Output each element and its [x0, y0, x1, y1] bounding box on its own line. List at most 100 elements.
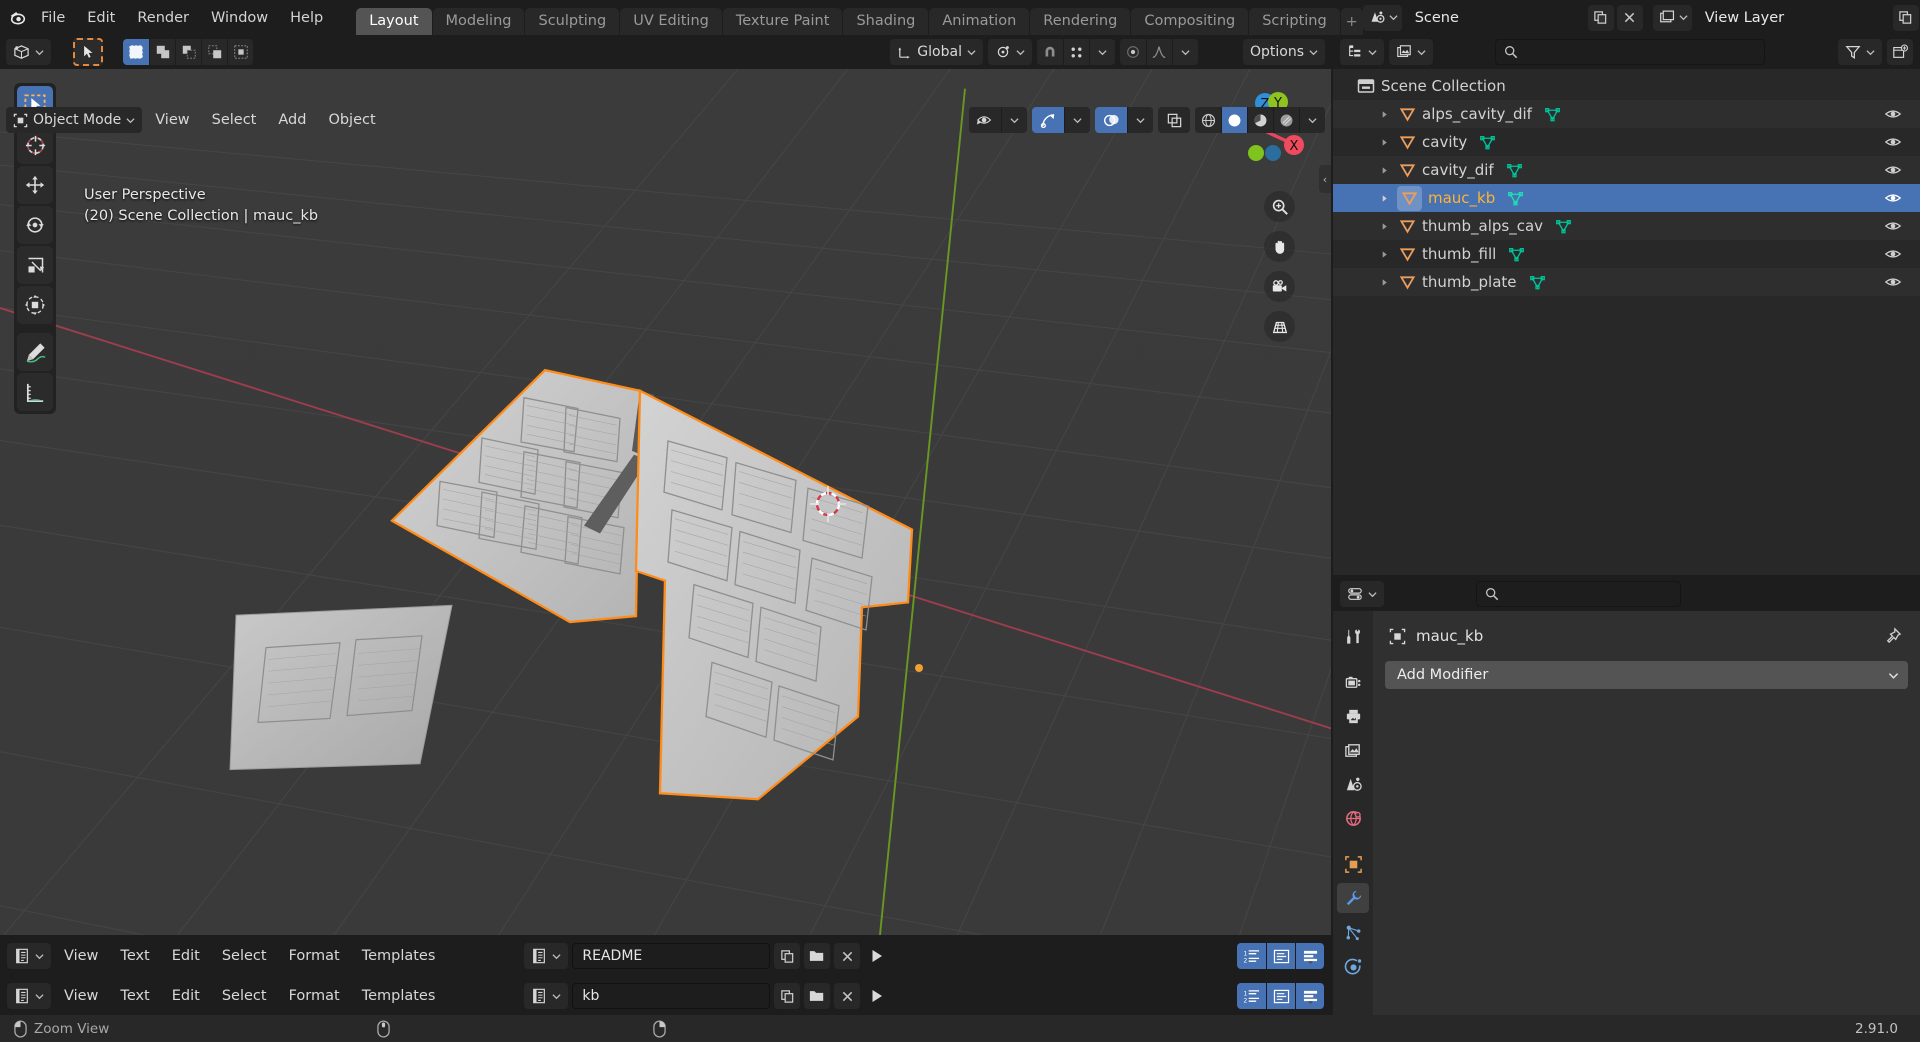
expand-triangle-icon[interactable] — [1375, 194, 1393, 203]
menu-window[interactable]: Window — [200, 0, 279, 35]
eye-visibility-icon[interactable] — [969, 107, 1001, 133]
text2-new-button[interactable] — [774, 983, 801, 1009]
tab-sculpting[interactable]: Sculpting — [525, 8, 620, 35]
mesh-data-icon[interactable] — [1544, 106, 1561, 123]
text2-syntax-highlight-toggle[interactable] — [1295, 983, 1324, 1009]
add-modifier-dropdown[interactable]: Add Modifier — [1385, 661, 1908, 689]
text2-word-wrap-toggle[interactable] — [1266, 983, 1295, 1009]
outliner-row-thumb-plate[interactable]: thumb_plate — [1333, 268, 1920, 296]
text1-menu-text[interactable]: Text — [111, 943, 158, 969]
outliner-filter-dropdown[interactable] — [1838, 39, 1882, 65]
text2-menu-edit[interactable]: Edit — [163, 983, 209, 1009]
gizmo-icon[interactable] — [1032, 107, 1064, 133]
tab-texture-paint[interactable]: Texture Paint — [722, 8, 843, 35]
expand-triangle-icon[interactable] — [1375, 222, 1393, 231]
text1-datablock-browse[interactable] — [524, 943, 569, 969]
view-layer-tab[interactable] — [1337, 735, 1369, 765]
text1-syntax-highlight-toggle[interactable] — [1295, 943, 1324, 969]
shading-solid-icon[interactable] — [1221, 107, 1247, 133]
visibility-eye-icon[interactable] — [1884, 107, 1902, 121]
text2-menu-text[interactable]: Text — [111, 983, 158, 1009]
expand-triangle-icon[interactable] — [1375, 166, 1393, 175]
text1-menu-edit[interactable]: Edit — [163, 943, 209, 969]
tab-rendering[interactable]: Rendering — [1030, 8, 1131, 35]
outliner-row-alps-cavity-dif[interactable]: alps_cavity_dif — [1333, 100, 1920, 128]
outliner-search-input[interactable] — [1495, 39, 1765, 65]
mesh-data-icon[interactable] — [1506, 162, 1523, 179]
expand-triangle-icon[interactable] — [1375, 278, 1393, 287]
editor-type-selector[interactable] — [6, 39, 51, 65]
particles-tab[interactable] — [1337, 917, 1369, 947]
expand-triangle-icon[interactable] — [1375, 110, 1393, 119]
outliner-row-thumb-fill[interactable]: thumb_fill — [1333, 240, 1920, 268]
sidebar-toggle-arrow-icon[interactable]: ‹ — [1319, 165, 1331, 193]
tab-modeling[interactable]: Modeling — [432, 8, 525, 35]
text1-run-script-button[interactable] — [864, 943, 890, 969]
tab-shading[interactable]: Shading — [843, 8, 929, 35]
measure-tool-button[interactable] — [17, 373, 53, 411]
visibility-eye-icon[interactable] — [1884, 191, 1902, 205]
visibility-dropdown-chevron-icon[interactable] — [1001, 107, 1027, 133]
menu-edit[interactable]: Edit — [76, 0, 126, 35]
output-tab[interactable] — [1337, 701, 1369, 731]
text1-menu-select[interactable]: Select — [213, 943, 276, 969]
visibility-eye-icon[interactable] — [1884, 247, 1902, 261]
text2-menu-select[interactable]: Select — [213, 983, 276, 1009]
menu-render[interactable]: Render — [126, 0, 200, 35]
text1-menu-format[interactable]: Format — [280, 943, 349, 969]
text1-menu-view[interactable]: View — [55, 943, 107, 969]
viewport-menu-add[interactable]: Add — [269, 107, 315, 133]
properties-editor-type-selector[interactable] — [1340, 581, 1384, 607]
new-view-layer-button[interactable] — [1892, 4, 1919, 31]
mesh-data-icon[interactable] — [1555, 218, 1572, 235]
toggle-perspective-icon[interactable] — [1264, 311, 1295, 342]
pin-icon[interactable] — [1883, 626, 1902, 646]
overlays-dropdown-chevron-icon[interactable] — [1127, 107, 1153, 133]
transform-tool-button[interactable] — [17, 286, 53, 324]
gizmo-dropdown-chevron-icon[interactable] — [1064, 107, 1090, 133]
text1-new-button[interactable] — [774, 943, 801, 969]
outliner-display-mode-dropdown[interactable] — [1389, 39, 1433, 65]
select-mode-invert-icon[interactable] — [201, 39, 227, 65]
overlays-icon[interactable] — [1095, 107, 1127, 133]
text1-word-wrap-toggle[interactable] — [1266, 943, 1295, 969]
text2-open-button[interactable] — [804, 983, 831, 1009]
new-collection-button[interactable] — [1887, 39, 1913, 65]
visibility-eye-icon[interactable] — [1884, 275, 1902, 289]
text1-menu-templates[interactable]: Templates — [353, 943, 445, 969]
snap-increment-icon[interactable] — [1062, 39, 1089, 65]
outliner-row-mauc-kb[interactable]: mauc_kb — [1333, 184, 1920, 212]
scale-tool-button[interactable] — [17, 246, 53, 284]
pivot-point-dropdown[interactable] — [987, 39, 1032, 65]
outliner-row-cavity[interactable]: cavity — [1333, 128, 1920, 156]
viewport-menu-select[interactable]: Select — [203, 107, 266, 133]
select-mode-new-icon[interactable] — [123, 39, 149, 65]
zoom-icon[interactable] — [1264, 191, 1295, 222]
select-mode-extend-icon[interactable] — [149, 39, 175, 65]
view-layer-name-field[interactable]: View Layer — [1694, 4, 1890, 31]
viewport-menu-view[interactable]: View — [146, 107, 198, 133]
world-tab[interactable] — [1337, 803, 1369, 833]
select-mode-subtract-icon[interactable] — [175, 39, 201, 65]
tab-animation[interactable]: Animation — [929, 8, 1030, 35]
scene-tab[interactable] — [1337, 769, 1369, 799]
camera-view-icon[interactable] — [1264, 271, 1295, 302]
visibility-eye-icon[interactable] — [1884, 219, 1902, 233]
select-mode-intersect-icon[interactable] — [227, 39, 253, 65]
text1-open-button[interactable] — [804, 943, 831, 969]
menu-file[interactable]: File — [30, 0, 76, 35]
menu-help[interactable]: Help — [279, 0, 334, 35]
viewport-canvas[interactable]: User Perspective (20) Scene Collection |… — [0, 69, 1331, 935]
snap-dropdown-chevron-icon[interactable] — [1088, 39, 1115, 65]
mesh-data-icon[interactable] — [1479, 134, 1496, 151]
scene-name-field[interactable]: Scene — [1404, 4, 1585, 31]
text2-datablock-browse[interactable] — [524, 983, 569, 1009]
viewport-menu-object[interactable]: Object — [319, 107, 384, 133]
remove-scene-button[interactable] — [1616, 4, 1643, 31]
transform-orientation-dropdown[interactable]: Global — [890, 39, 983, 65]
expand-triangle-icon[interactable] — [1375, 138, 1393, 147]
shading-rendered-icon[interactable] — [1273, 107, 1299, 133]
properties-search-input[interactable] — [1476, 581, 1681, 607]
text2-run-script-button[interactable] — [864, 983, 890, 1009]
modifier-tab[interactable] — [1337, 883, 1369, 913]
